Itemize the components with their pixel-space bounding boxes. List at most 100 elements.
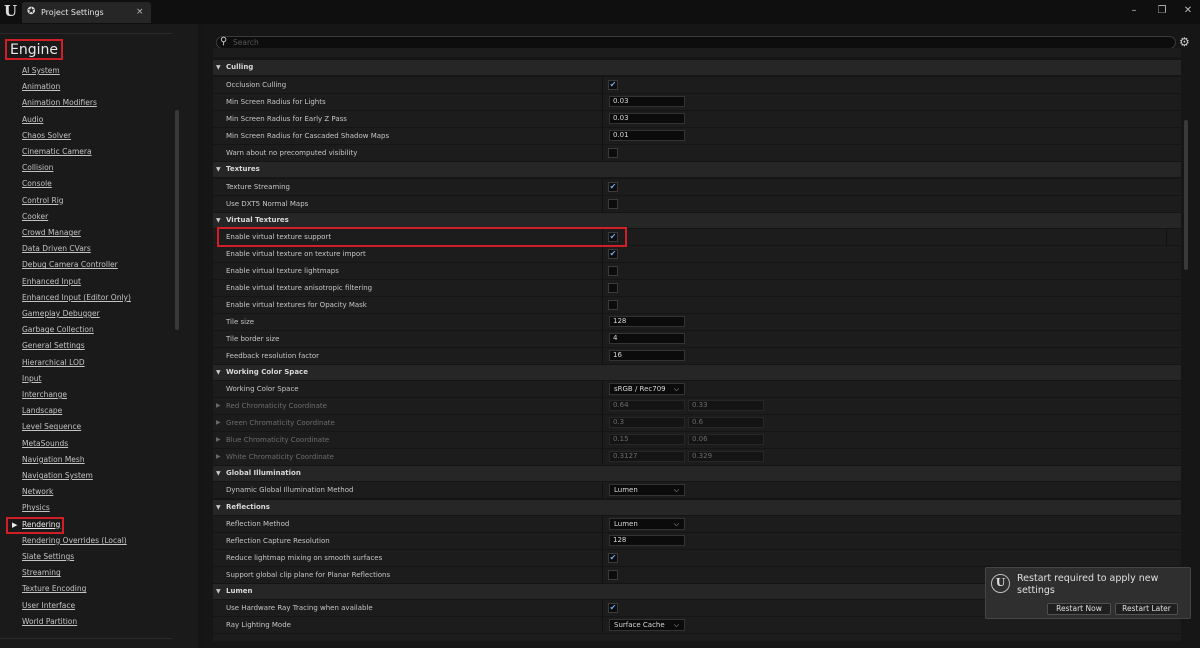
sidebar-item-rendering-overrides-local[interactable]: Rendering Overrides (Local) [22,536,127,546]
sidebar-item-physics[interactable]: Physics [22,503,50,513]
sidebar-item-interchange[interactable]: Interchange [22,390,67,400]
row-enable-vt-opacity: Enable virtual textures for Opacity Mask [213,296,1181,313]
sidebar-item-network[interactable]: Network [22,487,53,497]
sidebar-item-world-partition[interactable]: World Partition [22,617,77,627]
sidebar-item-navigation-system[interactable]: Navigation System [22,471,93,481]
use-dxt5-checkbox[interactable] [608,199,618,209]
tab-project-settings[interactable]: ✪ Project Settings × [22,2,151,23]
enable-vt-lightmaps-checkbox[interactable] [608,266,618,276]
sidebar-item-animation[interactable]: Animation [22,82,60,92]
sidebar-item-cooker[interactable]: Cooker [22,212,48,222]
capture-resolution-field[interactable]: 128 [609,535,685,546]
divider [0,638,172,639]
engine-annotation-box [5,39,63,60]
occlusion-culling-checkbox[interactable]: ✔ [608,80,618,90]
sidebar-item-hierarchical-lod[interactable]: Hierarchical LOD [22,358,85,368]
restart-notification: U Restart required to apply new settings… [985,567,1191,619]
enable-vt-aniso-checkbox[interactable] [608,283,618,293]
white-x-field: 0.3127 [609,451,685,462]
sidebar-item-debug-camera-controller[interactable]: Debug Camera Controller [22,260,118,270]
section-culling[interactable]: ▼ Culling [213,59,1181,75]
sidebar-item-animation-modifiers[interactable]: Animation Modifiers [22,98,97,108]
notification-message: Restart required to apply new settings [1017,573,1159,596]
sidebar-scrollbar[interactable] [175,110,179,330]
sidebar-item-garbage-collection[interactable]: Garbage Collection [22,325,94,335]
section-textures[interactable]: ▼ Textures [213,161,1181,177]
tile-size-field[interactable]: 128 [609,316,685,327]
section-global-illumination[interactable]: ▼ Global Illumination [213,465,1181,481]
details-scrollbar[interactable] [1184,120,1188,270]
hw-raytracing-checkbox[interactable]: ✔ [608,603,618,613]
restart-later-button[interactable]: Restart Later [1115,603,1178,615]
sidebar-item-data-driven-cvars[interactable]: Data Driven CVars [22,244,91,254]
unreal-logo-icon: U [991,574,1010,593]
property-label: Min Screen Radius for Cascaded Shadow Ma… [226,132,390,140]
minimize-icon[interactable]: – [1127,4,1141,18]
tile-border-field[interactable]: 4 [609,333,685,344]
expand-arrow-icon[interactable]: ▶ [216,419,221,427]
property-label: Enable virtual textures for Opacity Mask [226,301,367,309]
sidebar-item-enhanced-input-editor-only[interactable]: Enhanced Input (Editor Only) [22,293,131,303]
sidebar-item-navigation-mesh[interactable]: Navigation Mesh [22,455,85,465]
texture-streaming-checkbox[interactable]: ✔ [608,182,618,192]
sidebar-item-streaming[interactable]: Streaming [22,568,61,578]
column-divider [1166,229,1167,245]
sidebar-item-level-sequence[interactable]: Level Sequence [22,422,81,432]
reduce-lightmap-checkbox[interactable]: ✔ [608,553,618,563]
sidebar-item-cinematic-camera[interactable]: Cinematic Camera [22,147,92,157]
section-reflections[interactable]: ▼ Reflections [213,499,1181,515]
sidebar-item-audio[interactable]: Audio [22,115,43,125]
sidebar-item-console[interactable]: Console [22,179,52,189]
column-divider [602,331,603,347]
property-label: Min Screen Radius for Lights [226,98,326,106]
clip-plane-checkbox[interactable] [608,570,618,580]
expand-arrow-icon[interactable]: ▶ [216,453,221,461]
blue-y-field: 0.06 [688,434,764,445]
property-label: Texture Streaming [226,183,291,191]
enable-vt-opacity-checkbox[interactable] [608,300,618,310]
sidebar-item-input[interactable]: Input [22,374,41,384]
sidebar-item-user-interface[interactable]: User Interface [22,601,75,611]
sidebar-item-enhanced-input[interactable]: Enhanced Input [22,277,81,287]
reflection-method-dropdown[interactable]: Lumen ⌵ [609,518,685,530]
column-divider [602,516,603,532]
dynamic-gi-dropdown[interactable]: Lumen ⌵ [609,484,685,496]
search-input[interactable] [233,37,1133,48]
maximize-icon[interactable]: ❐ [1155,4,1169,18]
close-icon[interactable]: ✕ [1181,4,1195,18]
sidebar-item-crowd-manager[interactable]: Crowd Manager [22,228,81,238]
sidebar-item-general-settings[interactable]: General Settings [22,341,85,351]
divider [0,33,172,34]
expand-arrow-icon[interactable]: ▶ [216,436,221,444]
sidebar-item-collision[interactable]: Collision [22,163,53,173]
sidebar-item-chaos-solver[interactable]: Chaos Solver [22,131,71,141]
restart-now-button[interactable]: Restart Now [1047,603,1111,615]
ray-lighting-dropdown[interactable]: Surface Cache ⌵ [609,619,685,631]
tab-close-icon[interactable]: × [136,6,144,19]
section-virtual-textures[interactable]: ▼ Virtual Textures [213,212,1181,228]
sidebar-item-control-rig[interactable]: Control Rig [22,196,64,206]
dropdown-value: Lumen [614,520,638,528]
enable-vt-import-checkbox[interactable]: ✔ [608,249,618,259]
min-radius-early-z-field[interactable]: 0.03 [609,113,685,124]
feedback-factor-field[interactable]: 16 [609,350,685,361]
sidebar-item-slate-settings[interactable]: Slate Settings [22,552,74,562]
sidebar-item-gameplay-debugger[interactable]: Gameplay Debugger [22,309,100,319]
expand-arrow-icon[interactable]: ▶ [216,402,221,410]
column-divider [602,145,603,161]
column-divider [602,600,603,616]
property-label: Occlusion Culling [226,81,287,89]
row-working-color-space: Working Color Space sRGB / Rec709 ⌵ [213,380,1181,397]
sidebar-item-metasounds[interactable]: MetaSounds [22,439,68,449]
unreal-logo-icon[interactable]: U [2,3,19,20]
working-color-space-dropdown[interactable]: sRGB / Rec709 ⌵ [609,383,685,395]
sidebar-item-landscape[interactable]: Landscape [22,406,62,416]
row-enable-vt-aniso: Enable virtual texture anisotropic filte… [213,279,1181,296]
min-radius-csm-field[interactable]: 0.01 [609,130,685,141]
sidebar-item-texture-encoding[interactable]: Texture Encoding [22,584,86,594]
section-title: Textures [226,165,260,173]
sidebar-item-ai-system[interactable]: AI System [22,66,60,76]
warn-precomputed-checkbox[interactable] [608,148,618,158]
min-radius-lights-field[interactable]: 0.03 [609,96,685,107]
section-working-color-space[interactable]: ▼ Working Color Space [213,364,1181,380]
